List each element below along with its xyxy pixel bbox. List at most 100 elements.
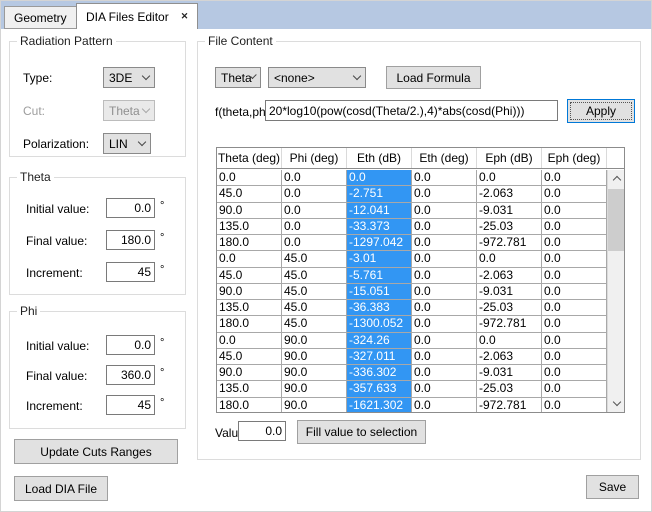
fill-value-button[interactable]: Fill value to selection (297, 420, 426, 444)
scrollbar-thumb[interactable] (608, 189, 625, 251)
table-cell[interactable]: 0.0 (542, 284, 607, 300)
table-cell[interactable]: 90.0 (282, 349, 347, 365)
table-cell[interactable]: 0.0 (477, 170, 542, 186)
table-cell[interactable]: 0.0 (412, 170, 477, 186)
table-cell[interactable]: 45.0 (217, 268, 282, 284)
table-cell[interactable]: 90.0 (282, 381, 347, 397)
column-header[interactable]: Eph (dB) (477, 148, 542, 168)
table-cell[interactable]: 0.0 (542, 398, 607, 413)
table-cell[interactable]: -9.031 (477, 203, 542, 219)
table-cell[interactable]: 0.0 (282, 203, 347, 219)
table-cell[interactable]: -327.011 (347, 349, 412, 365)
theta-final-input[interactable] (106, 230, 155, 250)
table-cell[interactable]: 0.0 (412, 186, 477, 202)
table-cell[interactable]: 0.0 (412, 365, 477, 381)
table-cell[interactable]: 0.0 (542, 186, 607, 202)
formula-input[interactable] (265, 100, 558, 121)
table-cell[interactable]: 0.0 (412, 203, 477, 219)
table-cell[interactable]: 0.0 (542, 381, 607, 397)
table-cell[interactable]: 0.0 (412, 300, 477, 316)
table-cell[interactable]: 180.0 (217, 316, 282, 332)
table-cell[interactable]: 45.0 (282, 300, 347, 316)
vertical-scrollbar[interactable] (607, 170, 624, 412)
close-icon[interactable]: ✕ (181, 12, 189, 21)
scroll-up-icon[interactable] (608, 170, 625, 187)
table-cell[interactable]: 45.0 (282, 284, 347, 300)
table-cell[interactable]: 135.0 (217, 381, 282, 397)
table-cell[interactable]: 0.0 (477, 251, 542, 267)
table-cell[interactable]: 45.0 (282, 251, 347, 267)
save-button[interactable]: Save (586, 475, 639, 499)
table-cell[interactable]: 45.0 (282, 316, 347, 332)
table-cell[interactable]: -9.031 (477, 365, 542, 381)
column-header[interactable]: Theta (deg) (217, 148, 282, 168)
table-cell[interactable]: 45.0 (217, 349, 282, 365)
table-cell[interactable]: 0.0 (542, 251, 607, 267)
phi-final-input[interactable] (106, 365, 155, 385)
table-cell[interactable]: 0.0 (412, 219, 477, 235)
table-cell[interactable]: 0.0 (217, 170, 282, 186)
table-cell[interactable]: -972.781 (477, 235, 542, 251)
column-header[interactable]: Phi (deg) (282, 148, 347, 168)
phi-increment-input[interactable] (106, 395, 155, 415)
column-header[interactable]: Eth (deg) (412, 148, 477, 168)
table-cell[interactable]: -2.063 (477, 268, 542, 284)
table-cell[interactable]: -33.373 (347, 219, 412, 235)
table-cell[interactable]: 0.0 (412, 381, 477, 397)
update-cuts-ranges-button[interactable]: Update Cuts Ranges (14, 439, 178, 464)
table-cell[interactable]: -972.781 (477, 398, 542, 413)
table-cell[interactable]: 0.0 (282, 170, 347, 186)
table-cell[interactable]: 0.0 (282, 186, 347, 202)
table-cell[interactable]: -1300.052 (347, 316, 412, 332)
table-cell[interactable]: 0.0 (477, 333, 542, 349)
table-cell[interactable]: -36.383 (347, 300, 412, 316)
table-cell[interactable]: -9.031 (477, 284, 542, 300)
table-cell[interactable]: -972.781 (477, 316, 542, 332)
table-cell[interactable]: 0.0 (542, 235, 607, 251)
table-cell[interactable]: 0.0 (282, 235, 347, 251)
table-cell[interactable]: 0.0 (412, 251, 477, 267)
apply-button[interactable]: Apply (567, 99, 635, 123)
theta-increment-input[interactable] (106, 262, 155, 282)
table-cell[interactable]: 0.0 (542, 268, 607, 284)
scroll-down-icon[interactable] (608, 395, 625, 412)
table-cell[interactable]: -2.063 (477, 186, 542, 202)
load-dia-file-button[interactable]: Load DIA File (14, 476, 108, 501)
table-cell[interactable]: 0.0 (542, 333, 607, 349)
table-cell[interactable]: -25.03 (477, 219, 542, 235)
table-cell[interactable]: -12.041 (347, 203, 412, 219)
table-cell[interactable]: -25.03 (477, 381, 542, 397)
column-header[interactable]: Eth (dB) (347, 148, 412, 168)
table-cell[interactable]: -5.761 (347, 268, 412, 284)
table-cell[interactable]: 135.0 (217, 300, 282, 316)
table-cell[interactable]: -357.633 (347, 381, 412, 397)
table-cell[interactable]: 45.0 (282, 268, 347, 284)
load-formula-button[interactable]: Load Formula (386, 66, 481, 89)
table-cell[interactable]: 0.0 (542, 203, 607, 219)
table-cell[interactable]: 90.0 (217, 284, 282, 300)
table-cell[interactable]: -2.751 (347, 186, 412, 202)
table-cell[interactable]: -1297.042 (347, 235, 412, 251)
phi-initial-input[interactable] (106, 335, 155, 355)
table-cell[interactable]: -15.051 (347, 284, 412, 300)
table-cell[interactable]: -336.302 (347, 365, 412, 381)
table-cell[interactable]: 0.0 (412, 316, 477, 332)
table-cell[interactable]: -2.063 (477, 349, 542, 365)
table-cell[interactable]: 90.0 (282, 333, 347, 349)
table-cell[interactable]: 0.0 (217, 333, 282, 349)
table-cell[interactable]: 0.0 (412, 284, 477, 300)
table-cell[interactable]: 0.0 (412, 235, 477, 251)
table-cell[interactable]: 90.0 (282, 365, 347, 381)
table-cell[interactable]: 0.0 (542, 365, 607, 381)
table-cell[interactable]: -25.03 (477, 300, 542, 316)
table-cell[interactable]: 135.0 (217, 219, 282, 235)
table-cell[interactable]: 90.0 (217, 203, 282, 219)
table-cell[interactable]: 180.0 (217, 398, 282, 413)
polarization-combo[interactable]: LIN (103, 133, 151, 154)
table-cell[interactable]: 0.0 (412, 268, 477, 284)
table-cell[interactable]: 0.0 (412, 333, 477, 349)
table-cell[interactable]: 0.0 (542, 300, 607, 316)
table-cell[interactable]: 180.0 (217, 235, 282, 251)
table-cell[interactable]: 90.0 (282, 398, 347, 413)
table-cell[interactable]: 0.0 (282, 219, 347, 235)
